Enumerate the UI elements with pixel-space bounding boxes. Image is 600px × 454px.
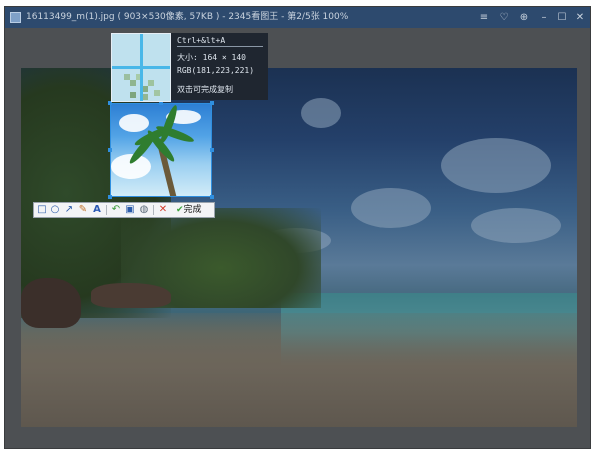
skin-icon[interactable]: ♡: [497, 10, 511, 25]
beach-photo[interactable]: [21, 68, 577, 427]
settings-icon[interactable]: ⊕: [517, 10, 531, 25]
close-button[interactable]: ✕: [573, 10, 587, 25]
done-label: 完成: [183, 205, 202, 215]
check-icon: ✔: [176, 205, 184, 215]
pixel-rgb-value: RGB(181,223,221): [177, 66, 255, 75]
resize-handle-top-right[interactable]: [210, 101, 214, 105]
undo-button[interactable]: ↶: [110, 203, 122, 217]
title-bar[interactable]: 16113499_m(1).jpg ( 903×530像素, 57KB ) - …: [5, 7, 590, 28]
app-icon: [10, 12, 21, 23]
arrow-tool-button[interactable]: ↗: [63, 203, 75, 217]
cancel-button[interactable]: ✕: [157, 203, 169, 217]
window-title: 16113499_m(1).jpg ( 903×530像素, 57KB ) - …: [26, 12, 349, 22]
save-button[interactable]: ▣: [124, 203, 136, 217]
maximize-button[interactable]: ☐: [555, 10, 569, 25]
resize-handle-bottom-right[interactable]: [210, 195, 214, 199]
rectangle-tool-button[interactable]: □: [36, 203, 48, 217]
ellipse-tool-button[interactable]: ○: [49, 203, 61, 217]
image-viewer-window: 16113499_m(1).jpg ( 903×530像素, 57KB ) - …: [4, 6, 591, 449]
minimize-button[interactable]: –: [537, 10, 551, 25]
resize-handle-left[interactable]: [108, 148, 112, 152]
capture-selection[interactable]: [110, 103, 212, 197]
copy-hint: 双击可完成复制: [177, 85, 233, 94]
toolbar-divider: [153, 205, 154, 215]
pixel-magnifier: [111, 33, 171, 102]
done-button[interactable]: ✔完成: [176, 203, 202, 217]
resize-handle-right[interactable]: [210, 148, 214, 152]
selection-size: 大小: 164 × 140: [177, 53, 246, 62]
brush-tool-button[interactable]: ✎: [77, 203, 89, 217]
resize-handle-bottom-left[interactable]: [108, 195, 112, 199]
menu-icon[interactable]: ≡: [477, 10, 491, 25]
info-divider: [177, 46, 263, 47]
text-tool-button[interactable]: A: [91, 203, 103, 217]
shortcut-text: Ctrl+&lt+A: [177, 36, 226, 45]
annotation-toolbar: □ ○ ↗ ✎ A ↶ ▣ ◍ ✕ ✔完成: [33, 202, 215, 218]
toolbar-divider: [106, 205, 107, 215]
capture-info-panel: Ctrl+&lt+A 大小: 164 × 140 RGB(181,223,221…: [171, 33, 268, 100]
mosaic-button[interactable]: ◍: [138, 203, 150, 217]
